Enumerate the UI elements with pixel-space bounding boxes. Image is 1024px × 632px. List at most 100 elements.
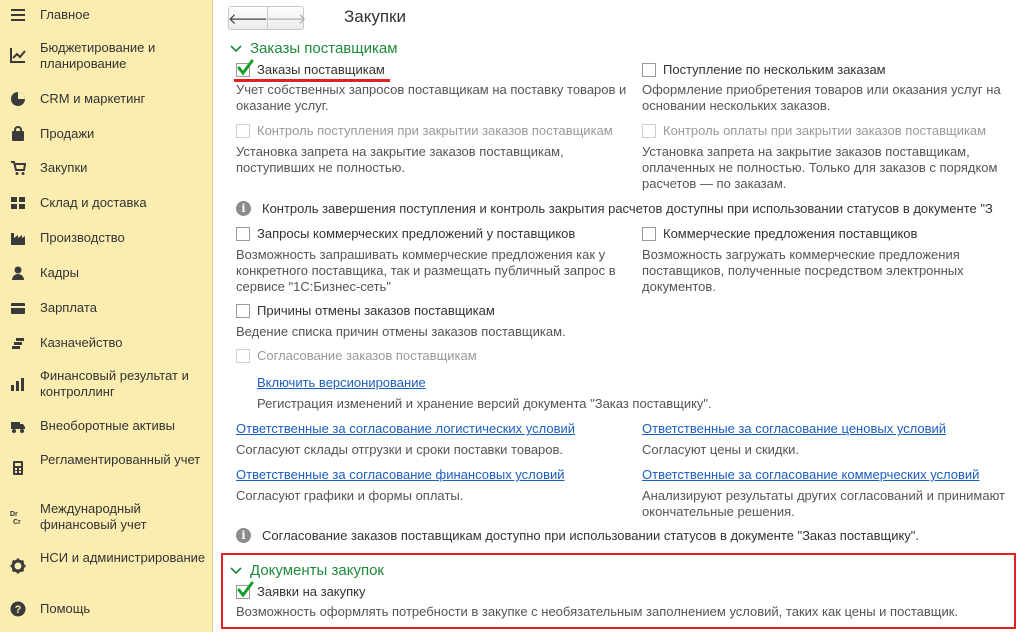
approval-checkbox[interactable]: Согласование заказов поставщикам [236, 348, 477, 363]
commercial-offers-desc: Возможность загружать коммерческие предл… [642, 247, 964, 294]
section-title: Заказы поставщикам [250, 40, 398, 57]
price-approvers-link[interactable]: Ответственные за согласование ценовых ус… [642, 421, 946, 436]
coins-icon [10, 335, 26, 351]
chevron-down-icon [230, 44, 242, 52]
sidebar-item-production[interactable]: Производство [0, 228, 213, 248]
person-icon [10, 265, 26, 281]
calculator-icon [10, 460, 26, 476]
sidebar-item-label: Внеоборотные активы [40, 418, 176, 433]
dr-cr-icon: Dr Cr [10, 509, 26, 525]
sidebar-item-warehouse[interactable]: Склад и доставка [0, 193, 213, 213]
supplier-orders-checkbox[interactable]: Заказы поставщикам [236, 59, 385, 77]
checkbox-label: Заявки на закупку [257, 584, 366, 599]
checkbox-box[interactable] [236, 348, 250, 363]
sidebar-item-label: Помощь [40, 601, 91, 616]
checkbox-box[interactable] [642, 62, 656, 77]
grid-icon [10, 195, 26, 211]
sidebar-item-label: Склад и доставка [40, 195, 147, 210]
sidebar-item-label: Зарплата [40, 300, 97, 315]
section-title: Документы закупок [250, 562, 384, 579]
forward-button[interactable]: 🡒 [266, 7, 307, 29]
sidebar-item-fixed-assets[interactable]: Внеоборотные активы [0, 416, 213, 436]
sidebar-item-help[interactable]: ? Помощь [0, 599, 213, 619]
checkbox-box[interactable] [236, 303, 250, 318]
sidebar-item-main[interactable]: Главное [0, 5, 213, 25]
sidebar-item-budgeting[interactable]: Бюджетирование и планирование [0, 40, 213, 74]
cancel-reasons-checkbox[interactable]: Причины отмены заказов поставщикам [236, 303, 495, 318]
logistics-desc: Согласуют склады отгрузки и сроки постав… [236, 442, 564, 457]
checkbox-box[interactable] [642, 226, 656, 241]
sidebar-item-purchases[interactable]: Закупки [0, 158, 213, 178]
sidebar-item-label: НСИ и администрирование [40, 550, 206, 565]
sidebar-item-label: Международный финансовый учет [40, 501, 147, 532]
sidebar-item-label: Производство [40, 230, 125, 245]
checkbox-label: Заказы поставщикам [257, 62, 385, 77]
checkbox-label: Поступление по нескольким заказам [663, 62, 886, 77]
sidebar-item-label: Главное [40, 7, 90, 22]
sidebar-item-label: Финансовый результат и контроллинг [40, 368, 189, 399]
section-docs-toggle[interactable]: Документы закупок [230, 562, 384, 579]
checkbox-box[interactable] [236, 226, 250, 241]
sidebar-item-label: Бюджетирование и планирование [40, 40, 156, 71]
cancel-reasons-desc: Ведение списка причин отмены заказов пос… [236, 324, 566, 339]
sidebar-item-label: Закупки [40, 160, 88, 175]
checkbox-box[interactable] [642, 123, 656, 138]
page-title: Закупки [344, 7, 406, 26]
checkbox-label: Контроль поступления при закрытии заказо… [257, 123, 613, 138]
info-text: Контроль завершения поступления и контро… [262, 201, 993, 216]
payment-control-desc: Установка запрета на закрытие заказов по… [642, 144, 998, 191]
sidebar-item-regulated[interactable]: Регламентированный учет [0, 452, 213, 486]
sidebar-item-ifrs[interactable]: Dr Cr Международный финансовый учет [0, 501, 213, 535]
finance-approvers-link[interactable]: Ответственные за согласование финансовых… [236, 467, 565, 482]
main-content: 🡐 🡒 Закупки Заказы поставщикам Заказы по… [214, 0, 1024, 632]
checkbox-box[interactable] [236, 59, 254, 77]
sidebar-item-salary[interactable]: Зарплата [0, 298, 213, 318]
sidebar-item-label: Продажи [40, 126, 95, 141]
factory-icon [10, 230, 26, 246]
info-icon: i [236, 528, 251, 543]
supplier-orders-desc: Учет собственных запросов поставщикам на… [236, 82, 627, 113]
info-text: Согласование заказов поставщикам доступн… [262, 528, 920, 543]
sidebar-item-sales[interactable]: Продажи [0, 124, 213, 144]
sidebar-item-crm[interactable]: CRM и маркетинг [0, 89, 213, 109]
checkbox-label: Запросы коммерческих предложений у поста… [257, 226, 576, 241]
receipt-control-checkbox[interactable]: Контроль поступления при закрытии заказо… [236, 123, 613, 138]
chart-line-icon [10, 47, 26, 63]
menu-lines-icon [10, 7, 26, 23]
truck-icon [10, 418, 26, 434]
help-icon: ? [10, 601, 26, 617]
sidebar-item-hr[interactable]: Кадры [0, 263, 213, 283]
purchase-requests-checkbox[interactable]: Заявки на закупку [236, 581, 366, 599]
sidebar-item-admin[interactable]: НСИ и администрирование [0, 550, 213, 584]
payment-control-checkbox[interactable]: Контроль оплаты при закрытии заказов пос… [642, 123, 986, 138]
sidebar-item-controlling[interactable]: Финансовый результат и контроллинг [0, 368, 213, 402]
cr-text: Cr [13, 519, 21, 525]
multi-orders-checkbox[interactable]: Поступление по нескольким заказам [642, 62, 886, 77]
checkbox-box[interactable] [236, 123, 250, 138]
back-button[interactable]: 🡐 [228, 7, 268, 29]
commercial-offers-checkbox[interactable]: Коммерческие предложения поставщиков [642, 226, 917, 241]
checkbox-label: Согласование заказов поставщикам [257, 348, 477, 363]
logistics-approvers-link[interactable]: Ответственные за согласование логистичес… [236, 421, 575, 436]
quote-requests-desc: Возможность запрашивать коммерческие пре… [236, 247, 616, 294]
checkmark-icon [237, 59, 254, 75]
section-orders-toggle[interactable]: Заказы поставщикам [230, 40, 398, 57]
wallet-icon [10, 300, 26, 316]
sidebar-item-label: Кадры [40, 265, 79, 280]
checkbox-box[interactable] [236, 581, 254, 599]
multi-orders-desc: Оформление приобретения товаров или оказ… [642, 82, 1001, 113]
receipt-control-desc: Установка запрета на закрытие заказов по… [236, 144, 564, 175]
cart-icon [10, 160, 26, 176]
sidebar-item-label: CRM и маркетинг [40, 91, 146, 106]
sidebar-item-treasury[interactable]: Казначейство [0, 333, 213, 353]
sidebar-item-label: Регламентированный учет [40, 452, 201, 467]
quote-requests-checkbox[interactable]: Запросы коммерческих предложений у поста… [236, 226, 575, 241]
commercial-approvers-link[interactable]: Ответственные за согласование коммерческ… [642, 467, 979, 482]
pie-chart-icon [10, 91, 26, 107]
svg-text:?: ? [15, 604, 22, 616]
versioning-link[interactable]: Включить версионирование [257, 375, 426, 390]
info-icon: i [236, 201, 251, 216]
history-nav: 🡐 🡒 [228, 6, 307, 30]
info-statuses: i Контроль завершения поступления и конт… [236, 201, 1024, 216]
chevron-down-icon [230, 566, 242, 574]
